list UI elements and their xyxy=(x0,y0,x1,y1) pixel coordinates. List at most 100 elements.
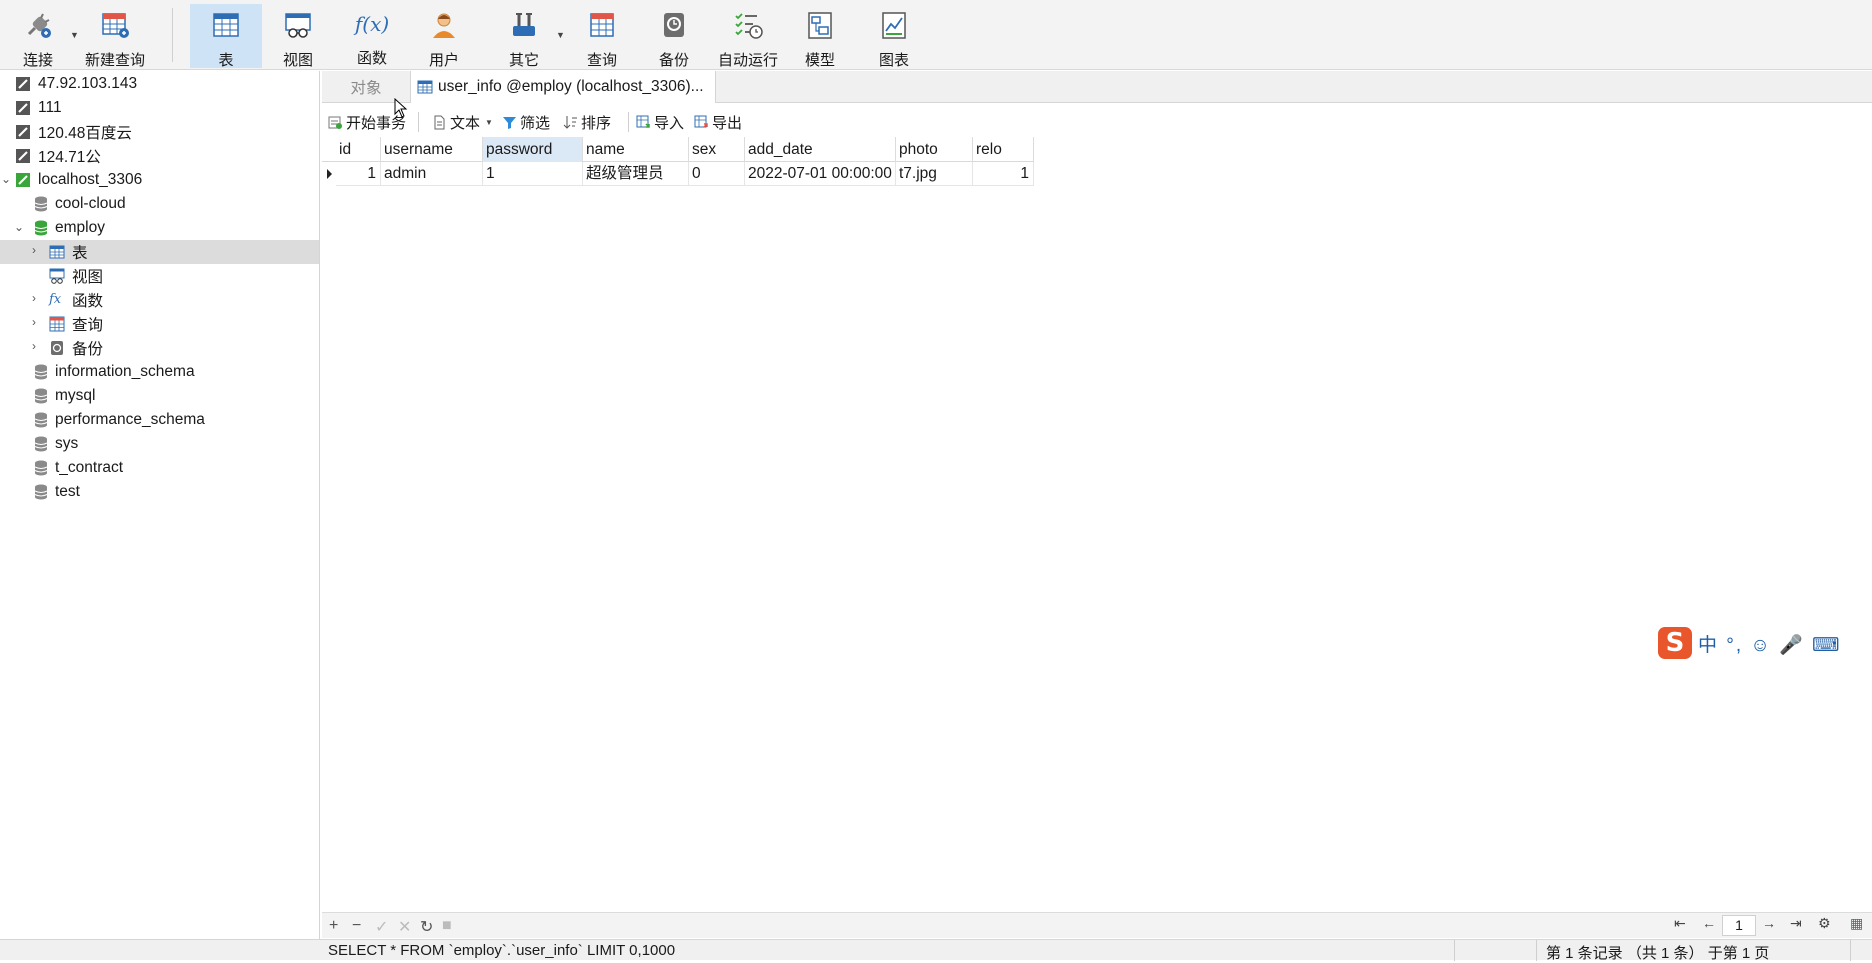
tree-database[interactable]: cool-cloud xyxy=(0,192,319,216)
table-cell[interactable]: 2022-07-01 00:00:00 xyxy=(745,162,896,186)
text-label: 文本 xyxy=(450,114,481,132)
tree-node-backups[interactable]: › 备份 xyxy=(0,336,319,360)
status-divider xyxy=(1454,940,1455,961)
tree-database[interactable]: mysql xyxy=(0,384,319,408)
table-label: 表 xyxy=(218,52,234,69)
database-icon xyxy=(34,388,48,404)
table-button[interactable]: 表 xyxy=(190,4,262,69)
chevron-right-icon[interactable]: › xyxy=(32,243,36,257)
model-button[interactable]: 模型 xyxy=(784,4,856,69)
tree-connection-localhost[interactable]: ⌄ localhost_3306 xyxy=(0,168,319,192)
view-icon xyxy=(49,268,65,284)
import-icon xyxy=(636,115,650,128)
next-page-icon[interactable]: → xyxy=(1762,915,1776,931)
table-cell[interactable]: 1 xyxy=(973,162,1034,186)
schedule-button[interactable]: 自动运行 xyxy=(712,4,784,69)
column-header-selected[interactable]: password xyxy=(483,137,583,162)
new-query-label: 新建查询 xyxy=(84,52,145,69)
chevron-right-icon[interactable]: › xyxy=(32,291,36,305)
tree-node-tables[interactable]: › 表 xyxy=(0,240,319,264)
other-label: 其它 xyxy=(508,52,539,69)
tree-database[interactable]: t_contract xyxy=(0,456,319,480)
query-label: 查询 xyxy=(586,52,617,69)
tree-database[interactable]: information_schema xyxy=(0,360,319,384)
chevron-right-icon[interactable]: › xyxy=(32,315,36,329)
tree-label: test xyxy=(55,483,80,500)
grid-view-icon[interactable]: ▦ xyxy=(1850,915,1863,932)
main-toolbar: 连接 ▼ 新建查询 表 视图 f(x) 函数 用户 其它 ▼ 查询 备份 自动运… xyxy=(0,0,1872,70)
export-icon xyxy=(694,115,708,128)
new-query-button[interactable]: 新建查询 xyxy=(82,4,148,69)
column-header[interactable]: sex xyxy=(689,137,745,162)
database-icon xyxy=(34,364,48,380)
table-cell[interactable]: 0 xyxy=(689,162,745,186)
backup-button[interactable]: 备份 xyxy=(638,4,710,69)
sort-button[interactable]: 排序 xyxy=(563,111,611,133)
import-button[interactable]: 导入 xyxy=(636,111,684,133)
function-button[interactable]: f(x) 函数 xyxy=(336,4,408,68)
last-page-icon[interactable]: ⇥ xyxy=(1790,915,1802,932)
table-cell[interactable]: 超级管理员 xyxy=(583,162,689,186)
database-icon xyxy=(34,196,48,212)
tree-database[interactable]: sys xyxy=(0,432,319,456)
sogou-logo-icon[interactable]: S xyxy=(1658,627,1692,659)
delete-row-icon[interactable]: − xyxy=(352,917,361,935)
tab-label: user_info @employ (localhost_3306)... xyxy=(438,78,704,95)
tree-label: 视图 xyxy=(72,269,104,286)
sort-label: 排序 xyxy=(581,114,612,132)
chevron-right-icon[interactable]: › xyxy=(32,339,36,353)
chevron-down-icon[interactable]: ⌄ xyxy=(14,220,24,234)
tree-database-employ[interactable]: ⌄ employ xyxy=(0,216,319,240)
document-icon xyxy=(434,115,445,129)
view-button[interactable]: 视图 xyxy=(262,4,334,69)
query-button[interactable]: 查询 xyxy=(566,4,638,69)
ime-toolbar: S 中 °, ☺ 🎤 ⌨ xyxy=(1658,626,1872,660)
column-header[interactable]: relo xyxy=(973,137,1034,162)
table-cell[interactable]: t7.jpg xyxy=(896,162,973,186)
tree-database[interactable]: performance_schema xyxy=(0,408,319,432)
column-header[interactable]: id xyxy=(336,137,381,162)
apply-icon[interactable]: ✓ xyxy=(375,917,388,937)
stop-icon[interactable]: ■ xyxy=(442,917,452,935)
tree-database[interactable]: test xyxy=(0,480,319,504)
tab-user-info[interactable]: user_info @employ (localhost_3306)... xyxy=(410,71,716,103)
page-number-input[interactable]: 1 xyxy=(1722,915,1756,936)
discard-icon[interactable]: ✕ xyxy=(398,917,411,937)
tree-node-queries[interactable]: › 查询 xyxy=(0,312,319,336)
tree-connection[interactable]: 120.48百度云 xyxy=(0,120,319,144)
tree-connection[interactable]: 47.92.103.143 xyxy=(0,72,319,96)
sort-icon xyxy=(563,115,577,129)
column-header[interactable]: name xyxy=(583,137,689,162)
table-cell[interactable]: 1 xyxy=(336,162,381,186)
refresh-icon[interactable]: ↻ xyxy=(420,917,433,937)
ime-status[interactable]: 中 °, ☺ 🎤 ⌨ xyxy=(1698,630,1841,657)
tree-node-views[interactable]: 视图 xyxy=(0,264,319,288)
table-cell[interactable]: admin xyxy=(381,162,483,186)
table-icon xyxy=(417,80,433,94)
table-cell[interactable]: 1 xyxy=(483,162,583,186)
settings-icon[interactable]: ⚙ xyxy=(1818,915,1831,932)
other-button[interactable]: 其它 xyxy=(488,4,560,69)
filter-button[interactable]: 筛选 xyxy=(502,111,550,133)
add-row-icon[interactable]: + xyxy=(329,917,338,935)
tab-label: 对象 xyxy=(350,80,382,97)
grid-header: id username password name sex add_date p… xyxy=(322,137,1034,162)
user-button[interactable]: 用户 xyxy=(408,4,480,69)
prev-page-icon[interactable]: ← xyxy=(1702,915,1716,931)
chart-button[interactable]: 图表 xyxy=(858,4,930,69)
database-open-icon xyxy=(34,220,48,236)
database-icon xyxy=(34,460,48,476)
tree-node-functions[interactable]: › fx 函数 xyxy=(0,288,319,312)
tree-connection[interactable]: 111 xyxy=(0,96,319,120)
first-page-icon[interactable]: ⇤ xyxy=(1674,915,1686,932)
connect-dropdown-icon[interactable]: ▼ xyxy=(70,30,79,40)
column-header[interactable]: photo xyxy=(896,137,973,162)
other-dropdown-icon[interactable]: ▼ xyxy=(556,30,565,40)
column-header[interactable]: add_date xyxy=(745,137,896,162)
connect-button[interactable]: 连接 xyxy=(12,4,64,69)
export-button[interactable]: 导出 xyxy=(694,111,742,133)
chevron-down-icon[interactable]: ⌄ xyxy=(1,172,11,186)
column-header[interactable]: username xyxy=(381,137,483,162)
tree-connection[interactable]: 124.71公 xyxy=(0,144,319,168)
text-button[interactable]: 文本 ▼ xyxy=(432,111,493,133)
